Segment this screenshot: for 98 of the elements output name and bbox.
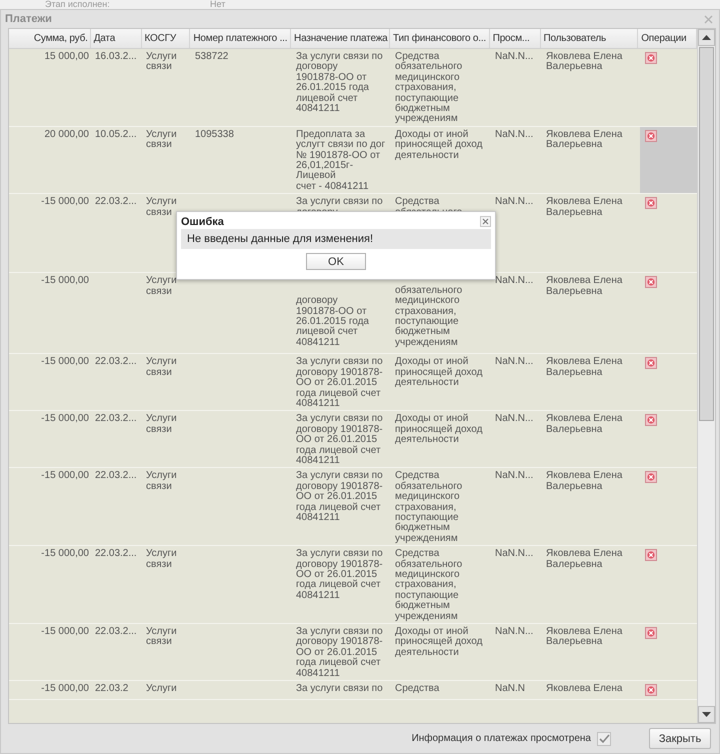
viewed-cell: NaN.N... — [495, 356, 534, 368]
user-cell: Яковлева Елена Валерьевна — [546, 51, 622, 72]
viewed-cell: NaN.N... — [495, 196, 534, 208]
close-icon[interactable] — [480, 216, 491, 227]
amount-cell: 20 000,00 — [44, 128, 89, 140]
kosgu-cell: Услуги связи — [146, 413, 177, 435]
date-cell: 22.03.2... — [95, 413, 137, 424]
user-cell: Яковлева Елена Валерьевна — [546, 275, 622, 297]
amount-cell: -15 000,00 — [41, 683, 89, 694]
user-cell: Яковлева Елена Валерьевна — [546, 548, 622, 570]
user-cell: Яковлева Елена Валерьевна — [546, 626, 622, 648]
delete-icon[interactable] — [645, 130, 657, 142]
column-header[interactable]: Назначение платежа — [291, 29, 390, 48]
kosgu-cell: Услуги связи — [146, 470, 177, 492]
date-cell: 22.03.2... — [95, 470, 137, 482]
fund-type-cell: Доходы от иной приносящей доход деятельности — [395, 626, 482, 658]
scroll-up-icon[interactable] — [698, 29, 715, 46]
kosgu-cell: Услуги связи — [146, 356, 177, 378]
purpose-cell: За услуги связи по договору 1901878-ОО от 26.01.2015 года лицевой счет 40841211 — [296, 413, 383, 466]
viewed-cell: NaN.N... — [495, 275, 534, 286]
scroll-down-icon[interactable] — [698, 706, 715, 723]
viewed-cell: NaN.N... — [495, 413, 534, 424]
column-header[interactable]: Дата — [90, 29, 142, 48]
date-cell: 10.05.2... — [95, 128, 137, 140]
kosgu-cell: Услуги связи — [146, 128, 177, 150]
ok-button[interactable]: OK — [306, 253, 366, 270]
delete-icon[interactable] — [645, 197, 657, 210]
column-header[interactable]: Тип финансового о... — [390, 29, 490, 48]
purpose-cell: За услуги связи по договору 1901878-ОО от 26.01.2015 года лицевой счет 40841211 — [296, 626, 383, 679]
kosgu-cell: Услуги — [146, 683, 177, 694]
user-cell: Яковлева Елена Валерьевна — [546, 128, 622, 150]
fund-type-cell: Средства обязательного медицинского страхования, поступающие бюджетным учреждениям — [395, 470, 462, 544]
viewed-cell: NaN.N... — [495, 470, 534, 482]
fund-type-cell: Средства обязательного медицинского страхования, поступающие бюджетным учреждениям — [395, 548, 462, 622]
purpose-cell: За услуги связи по договору 1901878-ОО от 26.01.2015 года лицевой счет 40841211 — [296, 356, 383, 409]
number-cell: 1095338 — [195, 128, 234, 140]
column-header[interactable]: Сумма, руб. — [9, 29, 91, 48]
fund-type-cell: Доходы от иной приносящей доход деятельности — [395, 128, 482, 161]
amount-cell: -15 000,00 — [41, 356, 89, 368]
viewed-cell: NaN.N... — [495, 626, 534, 638]
purpose-cell: За услуги связи по — [296, 683, 383, 694]
date-cell: 22.03.2... — [95, 548, 137, 560]
fund-type-cell: Доходы от иной приносящей доход деятельности — [395, 413, 482, 446]
kosgu-cell: Услуги связи — [146, 51, 177, 72]
delete-icon[interactable] — [645, 52, 657, 64]
amount-cell: -15 000,00 — [41, 413, 89, 424]
column-header[interactable]: Номер платежного ... — [190, 29, 292, 48]
purpose-cell: За услуги связи по договору 1901878-ОО от 26.01.2015 года лицевой счет 40841211 — [296, 51, 383, 114]
error-message: Не введены данные для изменения! — [181, 229, 491, 249]
delete-icon[interactable] — [645, 357, 657, 370]
user-cell: Яковлева Елена Валерьевна — [546, 196, 622, 218]
purpose-cell: Предоплата за услугт связи по дог № 1901878-ОО от 26,01,2015г- Лицевой счет - 40841211 — [296, 128, 386, 192]
stage-value: Нет — [210, 0, 226, 9]
fund-type-cell: Средства — [395, 683, 440, 694]
amount-cell: -15 000,00 — [41, 196, 89, 208]
user-cell: Яковлева Елена Валерьевна — [546, 356, 622, 378]
column-header[interactable]: Просм... — [490, 29, 541, 48]
amount-cell: -15 000,00 — [41, 470, 89, 482]
amount-cell: -15 000,00 — [41, 548, 89, 560]
fund-type-cell: Доходы от иной приносящей доход деятельности — [395, 356, 482, 388]
user-cell: Яковлева Елена Валерьевна — [546, 413, 622, 435]
purpose-cell: За услуги связи по договору 1901878-ОО от 26.01.2015 года лицевой счет 40841211 — [296, 548, 383, 601]
viewed-label: Информация о платежах просмотрена — [412, 733, 591, 744]
viewed-cell: NaN.N... — [495, 51, 534, 62]
delete-icon[interactable] — [645, 414, 657, 426]
column-header[interactable]: КОСГУ — [142, 29, 190, 48]
viewed-cell: NaN.N... — [495, 548, 534, 560]
fund-type-cell: обязательного медицинского страхования, поступающие бюджетным учреждениям — [395, 284, 462, 348]
date-cell: 22.03.2... — [95, 626, 137, 638]
viewed-cell: NaN.N — [495, 683, 526, 694]
dialog-title: Ошибка — [181, 216, 224, 228]
date-cell: 22.03.2... — [95, 356, 137, 368]
stage-label: Этап исполнен: — [45, 0, 111, 9]
column-header[interactable]: Пользователь — [540, 29, 638, 48]
user-cell: Яковлева Елена Валерьевна — [546, 470, 622, 492]
close-button[interactable]: Закрыть — [649, 728, 711, 749]
amount-cell: 15 000,00 — [44, 51, 89, 62]
purpose-cell: договору 1901878-ОО от 26.01.2015 года лицевой счет 40841211 — [296, 295, 369, 348]
delete-icon[interactable] — [645, 684, 657, 696]
amount-cell: -15 000,00 — [41, 626, 89, 638]
kosgu-cell: Услуги связи — [146, 275, 177, 297]
delete-icon[interactable] — [645, 471, 657, 484]
amount-cell: -15 000,00 — [41, 275, 89, 286]
delete-icon[interactable] — [645, 627, 657, 640]
viewed-cell: NaN.N... — [495, 128, 534, 140]
kosgu-cell: Услуги связи — [146, 196, 177, 218]
delete-icon[interactable] — [645, 549, 657, 562]
delete-icon[interactable] — [645, 276, 657, 288]
date-cell: 22.03.2 — [95, 683, 128, 694]
kosgu-cell: Услуги связи — [146, 626, 177, 648]
window-title: Платежи — [5, 13, 52, 25]
user-cell: Яковлева Елена — [546, 683, 622, 694]
kosgu-cell: Услуги связи — [146, 548, 177, 570]
purpose-cell: За услуги связи по договору 1901878-ОО от 26.01.2015 года лицевой счет 40841211 — [296, 470, 383, 523]
fund-type-cell: Средства обязательного медицинского страхования, поступающие бюджетным учреждениям — [395, 51, 462, 124]
number-cell: 538722 — [195, 51, 228, 62]
date-cell: 22.03.2... — [95, 196, 137, 208]
date-cell: 16.03.2... — [95, 51, 137, 62]
